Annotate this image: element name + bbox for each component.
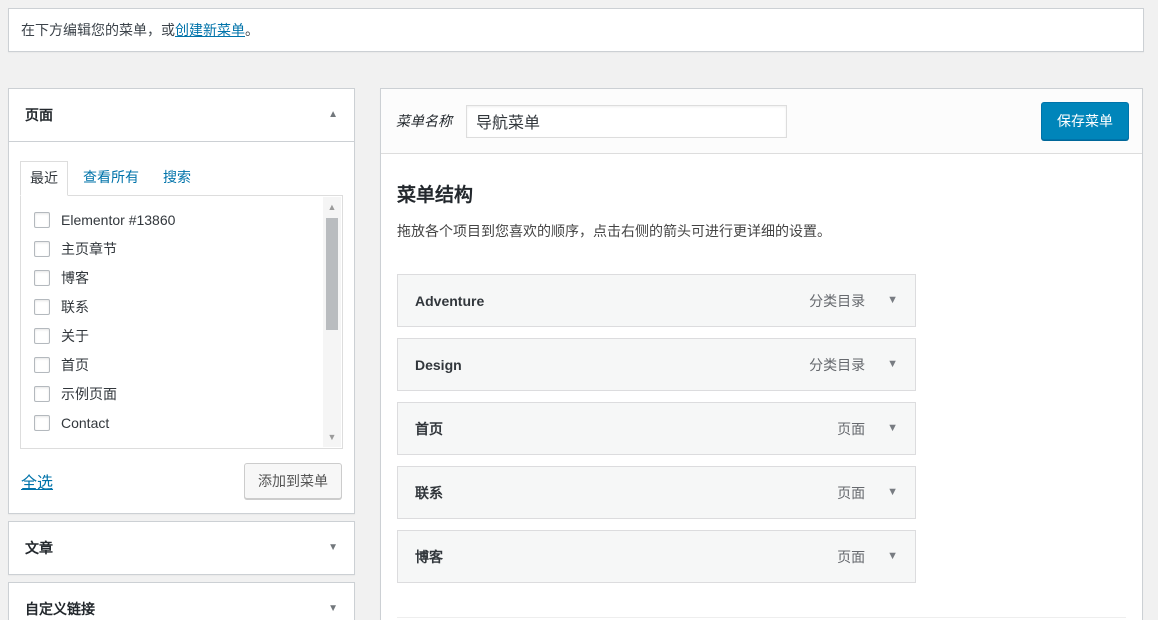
list-item[interactable]: 示例页面: [34, 379, 314, 408]
list-item-label: Contact: [61, 415, 109, 431]
scroll-down-icon[interactable]: ▼: [323, 430, 341, 444]
checkbox[interactable]: [34, 270, 50, 286]
checkbox[interactable]: [34, 299, 50, 315]
notice-text-suffix: 。: [245, 22, 259, 38]
menu-name-bar: 菜单名称 保存菜单: [381, 89, 1142, 154]
menu-item-type: 分类目录: [809, 355, 865, 375]
scroll-up-icon[interactable]: ▲: [323, 200, 341, 214]
menu-item-type: 页面: [837, 547, 865, 567]
chevron-down-icon[interactable]: ▼: [887, 551, 898, 562]
pages-panel: 页面 ▲ 最近 查看所有 搜索 Elementor #13860: [8, 88, 355, 514]
menu-structure-hint: 拖放各个项目到您喜欢的顺序，点击右侧的箭头可进行更详细的设置。: [397, 221, 1126, 241]
pages-panel-actions: 全选 添加到菜单: [20, 449, 343, 502]
menu-item-label: Adventure: [415, 293, 484, 309]
edit-menu-notice: 在下方编辑您的菜单，或创建新菜单。: [8, 8, 1144, 52]
list-item[interactable]: Contact: [34, 408, 314, 437]
menu-item-type: 页面: [837, 419, 865, 439]
menu-item-type: 页面: [837, 483, 865, 503]
save-menu-button[interactable]: 保存菜单: [1041, 102, 1129, 140]
tab-search[interactable]: 搜索: [154, 161, 200, 195]
chevron-down-icon[interactable]: ▼: [887, 487, 898, 498]
pages-checklist-box: Elementor #13860 主页章节 博客 联系: [20, 195, 343, 449]
checkbox[interactable]: [34, 241, 50, 257]
menu-item-label: 联系: [415, 483, 443, 503]
list-item[interactable]: 关于: [34, 321, 314, 350]
checkbox[interactable]: [34, 415, 50, 431]
list-scrollbar[interactable]: ▲ ▼: [323, 197, 341, 447]
select-all-link[interactable]: 全选: [21, 469, 53, 493]
menu-item-label: Design: [415, 357, 462, 373]
checkbox[interactable]: [34, 386, 50, 402]
custom-links-panel: 自定义链接 ▼: [8, 582, 355, 620]
custom-links-panel-header[interactable]: 自定义链接 ▼: [9, 583, 354, 620]
menu-item-handle[interactable]: 首页 页面 ▼: [397, 402, 916, 455]
chevron-down-icon[interactable]: ▼: [887, 359, 898, 370]
list-item-label: 示例页面: [61, 384, 117, 404]
posts-panel: 文章 ▼: [8, 521, 355, 575]
chevron-down-icon[interactable]: ▼: [887, 423, 898, 434]
list-item[interactable]: 博客: [34, 263, 314, 292]
add-menu-items-sidebar: 页面 ▲ 最近 查看所有 搜索 Elementor #13860: [8, 88, 355, 620]
menu-name-label: 菜单名称: [396, 111, 452, 131]
scrollbar-thumb[interactable]: [326, 218, 338, 330]
pages-tabs: 最近 查看所有 搜索: [20, 142, 343, 195]
menu-item-label: 首页: [415, 419, 443, 439]
collapse-down-icon[interactable]: ▼: [328, 604, 338, 614]
tab-recent[interactable]: 最近: [20, 161, 68, 196]
pages-checklist: Elementor #13860 主页章节 博客 联系: [21, 205, 342, 437]
tab-view-all[interactable]: 查看所有: [74, 161, 148, 195]
list-item-label: 主页章节: [61, 239, 117, 259]
checkbox[interactable]: [34, 212, 50, 228]
menu-item-type: 分类目录: [809, 291, 865, 311]
menu-item-handle[interactable]: Design 分类目录 ▼: [397, 338, 916, 391]
menu-item-label: 博客: [415, 547, 443, 567]
add-to-menu-button[interactable]: 添加到菜单: [244, 463, 342, 499]
checkbox[interactable]: [34, 357, 50, 373]
collapse-up-icon[interactable]: ▲: [328, 110, 338, 120]
list-item-label: 关于: [61, 326, 89, 346]
chevron-down-icon[interactable]: ▼: [887, 295, 898, 306]
list-item[interactable]: 主页章节: [34, 234, 314, 263]
section-divider: [397, 617, 1126, 618]
menus-layout: 页面 ▲ 最近 查看所有 搜索 Elementor #13860: [8, 88, 1143, 620]
custom-links-panel-title: 自定义链接: [25, 599, 95, 619]
pages-panel-title: 页面: [25, 105, 53, 125]
list-item[interactable]: 首页: [34, 350, 314, 379]
menu-editor-panel: 菜单名称 保存菜单 菜单结构 拖放各个项目到您喜欢的顺序，点击右侧的箭头可进行更…: [380, 88, 1143, 620]
menu-name-input[interactable]: [466, 105, 787, 138]
menu-structure-section: 菜单结构 拖放各个项目到您喜欢的顺序，点击右侧的箭头可进行更详细的设置。 Adv…: [381, 180, 1142, 620]
posts-panel-title: 文章: [25, 538, 53, 558]
posts-panel-header[interactable]: 文章 ▼: [9, 522, 354, 574]
menu-item-handle[interactable]: 博客 页面 ▼: [397, 530, 916, 583]
create-new-menu-link[interactable]: 创建新菜单: [175, 22, 245, 38]
list-item[interactable]: Elementor #13860: [34, 205, 314, 234]
pages-panel-body: 最近 查看所有 搜索 Elementor #13860 主页章节: [9, 142, 354, 513]
list-item-label: 联系: [61, 297, 89, 317]
menu-item-handle[interactable]: Adventure 分类目录 ▼: [397, 274, 916, 327]
pages-panel-header[interactable]: 页面 ▲: [9, 89, 354, 142]
list-item-label: Elementor #13860: [61, 212, 175, 228]
menu-item-handle[interactable]: 联系 页面 ▼: [397, 466, 916, 519]
notice-text-prefix: 在下方编辑您的菜单，或: [21, 22, 175, 38]
collapse-down-icon[interactable]: ▼: [328, 543, 338, 553]
list-item-label: 博客: [61, 268, 89, 288]
list-item[interactable]: 联系: [34, 292, 314, 321]
checkbox[interactable]: [34, 328, 50, 344]
list-item-label: 首页: [61, 355, 89, 375]
menu-structure-title: 菜单结构: [397, 180, 1126, 207]
